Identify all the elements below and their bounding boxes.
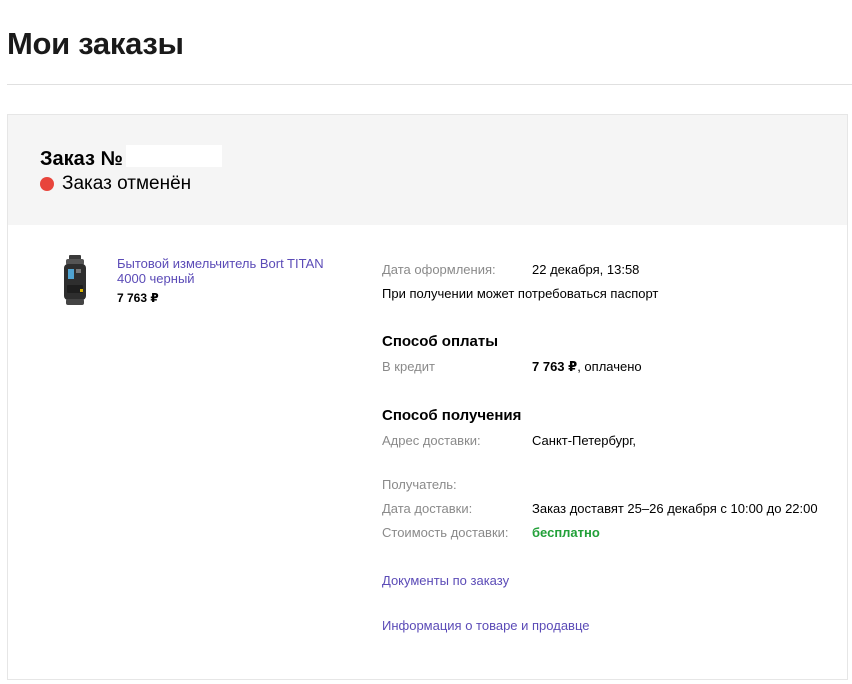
order-documents-link[interactable]: Документы по заказу: [382, 573, 509, 588]
order-date-value: 22 декабря, 13:58: [532, 262, 640, 277]
food-waste-disposer-image[interactable]: [60, 255, 90, 307]
product-seller-info-link[interactable]: Информация о товаре и продавце: [382, 618, 590, 633]
product-name-link[interactable]: Бытовой измельчитель Bort TITAN 4000 чер…: [117, 256, 342, 286]
payment-amount-value: 7 763 ₽: [532, 359, 578, 374]
product-price: 7 763 ₽: [117, 291, 159, 305]
delivery-date-label: Дата доставки:: [382, 501, 473, 516]
order-status: Заказ отменён: [40, 173, 191, 195]
page-title: Мои заказы: [7, 26, 184, 61]
title-divider: [7, 84, 852, 85]
delivery-cost-label: Стоимость доставки:: [382, 525, 509, 540]
delivery-section-title: Способ получения: [382, 407, 522, 424]
status-dot-icon: [40, 177, 54, 191]
address-value: Санкт-Петербург,: [532, 433, 636, 448]
payment-method-label: В кредит: [382, 359, 435, 374]
recipient-label: Получатель:: [382, 477, 457, 492]
order-date-label: Дата оформления:: [382, 262, 496, 277]
status-text: Заказ отменён: [62, 173, 192, 194]
order-card: Заказ № Заказ отменён Бытовой измельчите…: [7, 114, 848, 680]
order-number: Заказ №: [40, 148, 123, 170]
order-header: Заказ № Заказ отменён: [8, 115, 847, 225]
delivery-date-value: Заказ доставят 25–26 декабря с 10:00 до …: [532, 501, 818, 516]
payment-status: , оплачено: [577, 359, 642, 374]
delivery-cost-value: бесплатно: [532, 525, 600, 540]
order-number-redacted: [126, 145, 222, 167]
payment-amount: 7 763 ₽, оплачено: [532, 359, 642, 375]
payment-section-title: Способ оплаты: [382, 333, 499, 350]
passport-note: При получении может потребоваться паспор…: [382, 286, 659, 301]
address-label: Адрес доставки:: [382, 433, 481, 448]
